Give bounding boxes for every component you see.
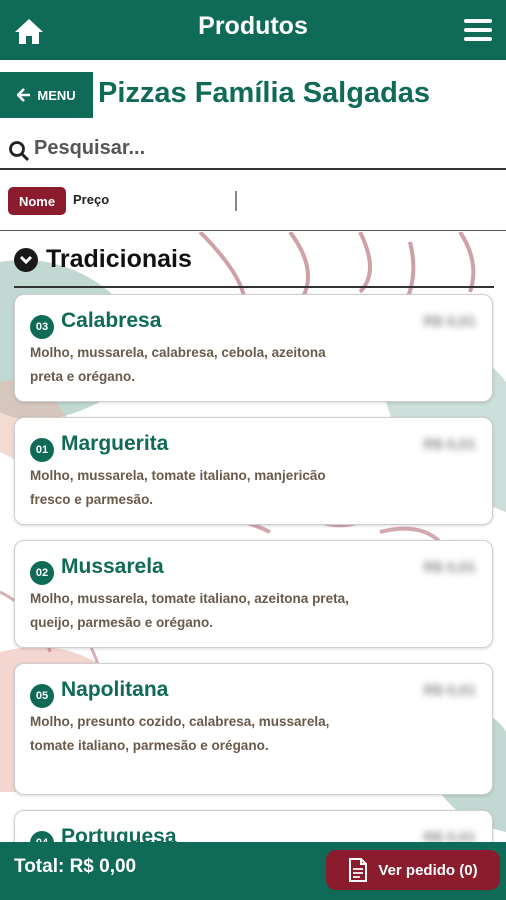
- product-name: Marguerita: [61, 432, 169, 455]
- category-title: Pizzas Família Salgadas: [98, 77, 431, 109]
- arrow-left-icon: [17, 88, 31, 102]
- product-code-badge: 03: [30, 315, 54, 339]
- section-title: Tradicionais: [46, 245, 192, 273]
- product-code-badge: 01: [30, 438, 54, 462]
- order-total: Total: R$ 0,00: [14, 856, 137, 877]
- hamburger-menu-icon[interactable]: [464, 19, 492, 43]
- view-order-button[interactable]: Ver pedido (0): [326, 850, 500, 890]
- product-code-badge: 05: [30, 684, 54, 708]
- product-price: R$ 0,01: [423, 313, 476, 330]
- sort-bar: Nome Preço: [0, 171, 506, 231]
- product-code-badge: 04: [30, 831, 54, 842]
- sort-by-price-button[interactable]: Preço: [73, 192, 109, 207]
- section-divider: [14, 286, 494, 288]
- product-card[interactable]: 04 Portuguesa R$ 0,01: [14, 810, 493, 842]
- product-price: R$ 0,01: [423, 559, 476, 576]
- product-price: R$ 0,01: [423, 682, 476, 699]
- top-app-bar: Produtos: [0, 0, 506, 60]
- chevron-down-icon: [14, 247, 38, 272]
- product-list[interactable]: Tradicionais 03 Calabresa R$ 0,01 Molho,…: [0, 232, 506, 842]
- sort-by-name-button[interactable]: Nome: [8, 187, 66, 215]
- product-price: R$ 0,01: [423, 436, 476, 453]
- product-description: Molho, mussarela, tomate italiano, azeit…: [30, 591, 349, 630]
- page-title: Produtos: [198, 12, 308, 40]
- product-name: Napolitana: [61, 678, 169, 701]
- menu-button-label: MENU: [37, 87, 76, 103]
- product-description: Molho, mussarela, calabresa, cebola, aze…: [30, 345, 326, 384]
- category-header: MENU Pizzas Família Salgadas: [0, 60, 506, 124]
- product-code-badge: 02: [30, 561, 54, 585]
- document-icon: [349, 858, 368, 882]
- product-description: Molho, presunto cozido, calabresa, mussa…: [30, 714, 330, 753]
- sort-divider: [235, 191, 237, 211]
- search-bar: [0, 126, 506, 170]
- view-order-label: Ver pedido (0): [378, 861, 478, 879]
- back-to-menu-button[interactable]: MENU: [0, 72, 93, 118]
- section-header-tradicionais[interactable]: Tradicionais: [14, 245, 192, 274]
- product-name: Calabresa: [61, 309, 162, 332]
- product-card[interactable]: 05 Napolitana R$ 0,01 Molho, presunto co…: [14, 663, 493, 795]
- product-card[interactable]: 03 Calabresa R$ 0,01 Molho, mussarela, c…: [14, 294, 493, 402]
- product-name: Mussarela: [61, 555, 164, 578]
- product-card[interactable]: 02 Mussarela R$ 0,01 Molho, mussarela, t…: [14, 540, 493, 648]
- product-card[interactable]: 01 Marguerita R$ 0,01 Molho, mussarela, …: [14, 417, 493, 525]
- product-price: R$ 0,01: [423, 829, 476, 842]
- product-name: Portuguesa: [61, 825, 177, 842]
- product-description: Molho, mussarela, tomate italiano, manje…: [30, 468, 326, 507]
- order-summary-bar: Total: R$ 0,00 Ver pedido (0): [0, 842, 506, 900]
- search-icon: [9, 141, 30, 162]
- search-input[interactable]: [34, 133, 494, 163]
